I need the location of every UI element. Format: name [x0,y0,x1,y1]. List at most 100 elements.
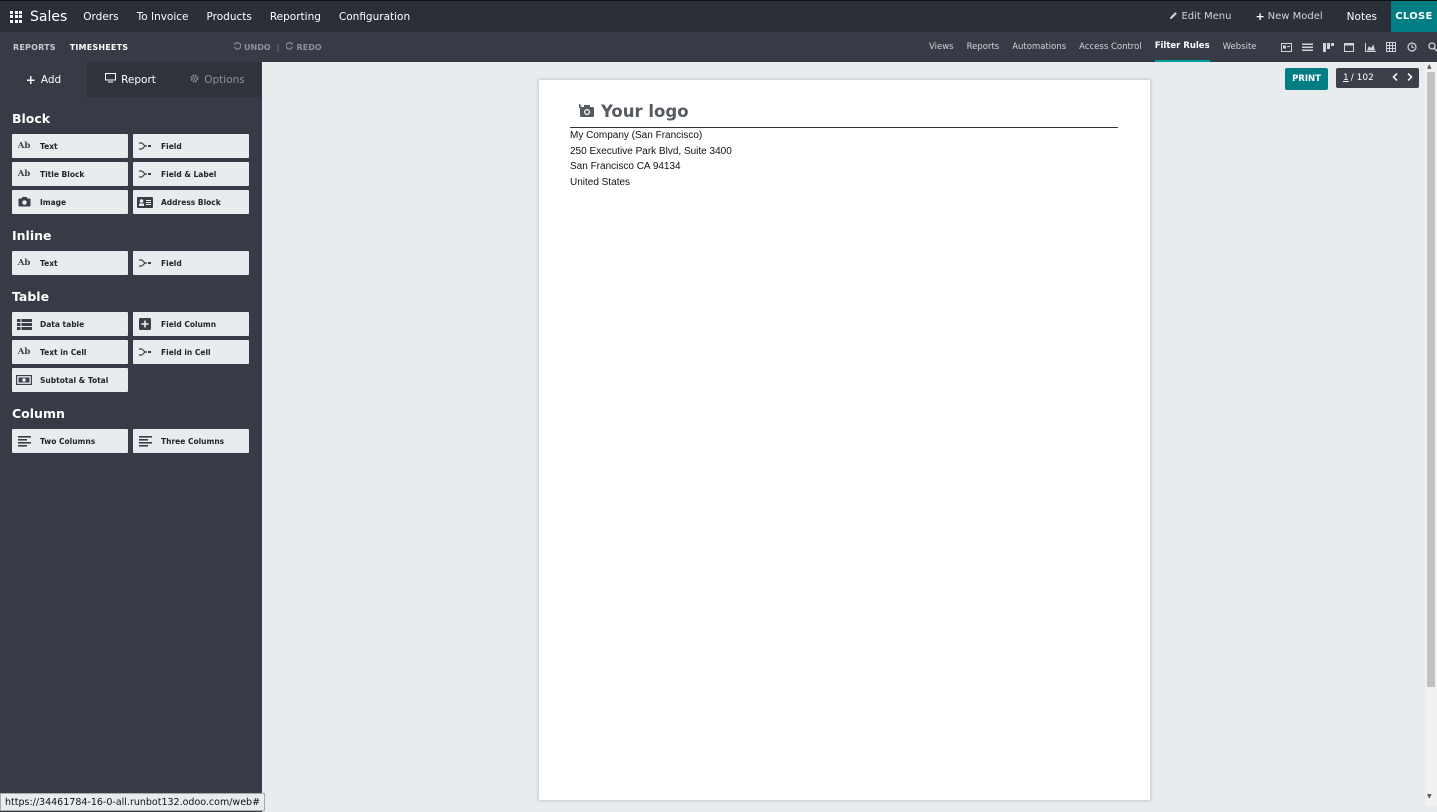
component-inline-text[interactable]: Ab Text [12,251,128,275]
edit-menu-button[interactable]: Edit Menu [1169,11,1231,23]
nav-access-control[interactable]: Access Control [1079,32,1142,62]
sidebar-tabs: + Add Report Options [0,62,262,97]
vertical-scrollbar[interactable]: ▲ ▼ [1425,62,1437,806]
address-line: San Francisco CA 94134 [570,161,681,173]
menu-products[interactable]: Products [207,11,252,23]
address-line: United States [570,176,631,188]
calendar-view-icon[interactable] [1343,42,1355,52]
block-components: Ab Text Field Ab Title Block Field & Lab… [12,134,262,214]
form-view-icon[interactable] [1280,42,1292,52]
new-model-label: New Model [1267,11,1323,22]
component-field-column[interactable]: Field Column [133,312,249,336]
component-address-block[interactable]: Address Block [133,190,249,214]
tab-add[interactable]: + Add [0,62,87,97]
component-label: Field [161,141,182,151]
tab-options[interactable]: Options [174,62,261,97]
component-data-table[interactable]: Data table [12,312,128,336]
component-label: Image [40,197,67,207]
component-label: Subtotal & Total [40,375,109,385]
menu-to-invoice[interactable]: To Invoice [137,11,189,23]
section-title-inline: Inline [12,228,52,243]
camera-icon [577,102,595,121]
breadcrumb: REPORTS TIMESHEETS [13,43,128,52]
redo-button[interactable]: REDO [297,43,322,52]
pivot-view-icon[interactable] [1385,42,1397,52]
menu-reporting[interactable]: Reporting [270,11,321,23]
menu-orders[interactable]: Orders [83,11,118,23]
nav-views[interactable]: Views [929,32,954,62]
pager-current[interactable]: 1 [1343,73,1349,83]
field-icon [133,340,157,364]
close-button[interactable]: CLOSE [1391,1,1437,32]
plus-icon: + [25,72,36,87]
breadcrumb-reports[interactable]: REPORTS [13,43,56,52]
address-line: 250 Executive Park Blvd, Suite 3400 [570,145,732,157]
activity-view-icon[interactable] [1406,42,1418,52]
graph-view-icon[interactable] [1364,42,1376,52]
chevron-left-icon[interactable] [1392,72,1398,84]
component-label: Field Column [161,319,217,329]
undo-redo-group: UNDO | REDO [233,42,322,52]
kanban-view-icon[interactable] [1322,42,1334,52]
inline-components: Ab Text Field [12,251,262,275]
chevron-right-icon[interactable] [1407,72,1413,84]
top-navbar: Sales Orders To Invoice Products Reporti… [0,0,1437,32]
component-subtotal-total[interactable]: Subtotal & Total [12,368,128,392]
divider: | [276,42,280,52]
component-label: Title Block [40,169,85,179]
section-title-block: Block [12,111,51,126]
nav-filter-rules[interactable]: Filter Rules [1154,32,1210,62]
component-block-field[interactable]: Field [133,134,249,158]
component-label: Text in Cell [40,347,87,357]
component-label: Data table [40,319,85,329]
monitor-icon [105,73,117,86]
nav-automations[interactable]: Automations [1012,32,1066,62]
menu-configuration[interactable]: Configuration [339,11,410,23]
section-title-column: Column [12,406,65,421]
list-view-icon[interactable] [1301,42,1313,52]
field-icon [133,162,157,186]
search-icon[interactable] [1427,42,1437,52]
component-field-in-cell[interactable]: Field in Cell [133,340,249,364]
component-inline-field[interactable]: Field [133,251,249,275]
scroll-up-arrow-icon[interactable]: ▲ [1427,63,1432,70]
undo-icon [233,42,242,52]
component-block-text[interactable]: Ab Text [12,134,128,158]
money-icon [12,368,36,392]
nav-reports[interactable]: Reports [967,32,1000,62]
component-two-columns[interactable]: Two Columns [12,429,128,453]
nav-website[interactable]: Website [1223,32,1257,62]
text-icon: Ab [17,169,31,179]
text-icon: Ab [17,347,31,357]
undo-button[interactable]: UNDO [244,43,271,52]
top-right-actions: Edit Menu + New Model Notes CLOSE [1169,1,1437,32]
component-field-label[interactable]: Field & Label [133,162,249,186]
component-label: Field [161,258,182,268]
align-left-icon [12,429,36,453]
view-switcher [1280,42,1437,52]
component-title-block[interactable]: Ab Title Block [12,162,128,186]
component-image[interactable]: Image [12,190,128,214]
pager-arrows [1392,72,1413,84]
component-text-in-cell[interactable]: Ab Text in Cell [12,340,128,364]
address-card-icon [133,190,157,214]
logo-placeholder[interactable]: Your logo [577,102,689,121]
plus-icon: + [1255,10,1265,23]
report-page[interactable]: Your logo My Company (San Francisco) 250… [539,80,1150,800]
notes-button[interactable]: Notes [1347,11,1377,23]
component-label: Field & Label [161,169,217,179]
new-model-button[interactable]: + New Model [1255,10,1322,23]
scroll-down-arrow-icon[interactable]: ▼ [1427,793,1432,800]
company-address[interactable]: My Company (San Francisco) 250 Executive… [570,128,732,190]
app-name[interactable]: Sales [30,9,67,25]
print-button[interactable]: PRINT [1285,68,1328,90]
studio-subbar: REPORTS TIMESHEETS UNDO | REDO Views Rep… [0,32,1437,62]
apps-menu-icon[interactable] [10,10,22,23]
pencil-icon [1169,11,1178,23]
tab-report[interactable]: Report [87,62,174,97]
component-label: Field in Cell [161,347,211,357]
component-three-columns[interactable]: Three Columns [133,429,249,453]
gear-icon [190,74,199,86]
scroll-thumb[interactable] [1427,72,1435,687]
redo-icon [285,42,294,52]
